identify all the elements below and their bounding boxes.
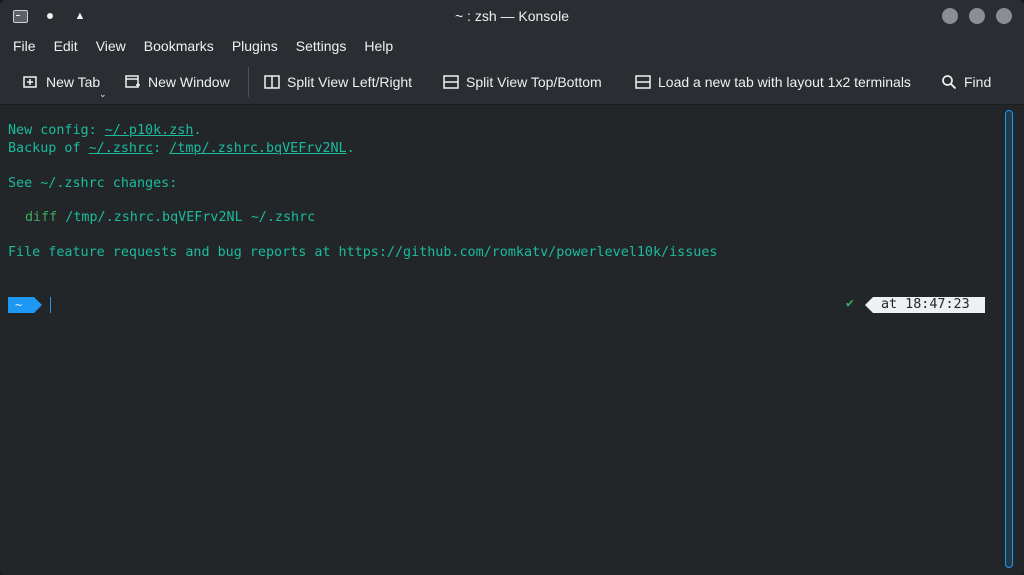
split-horizontal-icon — [442, 73, 460, 91]
terminal-line: diff /tmp/.zshrc.bqVEFrv2NL ~/.zshrc — [25, 210, 316, 225]
menu-view[interactable]: View — [87, 33, 135, 59]
menu-help[interactable]: Help — [355, 33, 402, 59]
split-left-right-button[interactable]: Split View Left/Right — [263, 59, 412, 105]
menu-plugins[interactable]: Plugins — [223, 33, 287, 59]
scrollbar-handle[interactable] — [1005, 110, 1013, 568]
menu-bar: File Edit View Bookmarks Plugins Setting… — [0, 33, 1024, 59]
new-window-button[interactable]: New Window — [124, 59, 230, 105]
pin-icon[interactable] — [42, 8, 58, 24]
scrollbar[interactable] — [1000, 106, 1024, 575]
menu-bookmarks[interactable]: Bookmarks — [135, 33, 223, 59]
terminal-line: See ~/.zshrc changes: — [8, 176, 178, 191]
load-layout-label: Load a new tab with layout 1x2 terminals — [658, 74, 911, 90]
new-tab-button[interactable]: New Tab — [22, 59, 100, 105]
prompt-time: at 18:47:23 — [873, 297, 985, 313]
prompt-arrow-icon — [34, 297, 42, 313]
prompt-directory: ~ — [8, 297, 34, 313]
new-tab-icon — [22, 73, 40, 91]
new-tab-dropdown-icon[interactable]: ⌄ — [99, 89, 107, 100]
layout-icon — [634, 73, 652, 91]
status-check-icon: ✔ — [846, 296, 854, 311]
close-icon[interactable] — [996, 8, 1012, 24]
find-label: Find — [964, 74, 992, 90]
terminal-app-icon[interactable] — [12, 8, 28, 24]
time-arrow-icon — [865, 297, 873, 313]
keep-above-icon[interactable]: ▲ — [72, 8, 88, 24]
split-top-bottom-label: Split View Top/Bottom — [466, 74, 602, 90]
title-bar[interactable]: ~ : zsh — Konsole ▲ — [0, 0, 1024, 33]
menu-settings[interactable]: Settings — [287, 33, 356, 59]
terminal-line: Backup of ~/.zshrc: /tmp/.zshrc.bqVEFrv2… — [8, 141, 355, 156]
text-cursor — [50, 297, 51, 313]
split-top-bottom-button[interactable]: Split View Top/Bottom — [442, 59, 602, 105]
toolbar-separator — [248, 67, 249, 97]
split-left-right-label: Split View Left/Right — [287, 74, 413, 90]
terminal-area[interactable]: New config: ~/.p10k.zsh. Backup of ~/.zs… — [0, 106, 1000, 575]
konsole-window: ~ : zsh — Konsole ▲ File Edit View Bookm… — [0, 0, 1024, 575]
find-button[interactable]: Find — [940, 59, 991, 105]
load-layout-button[interactable]: Load a new tab with layout 1x2 terminals — [634, 59, 911, 105]
terminal-line: New config: ~/.p10k.zsh. — [8, 123, 202, 138]
toolbar: New Tab ⌄ New Window Split View Left/Rig… — [0, 59, 1024, 105]
new-tab-label: New Tab — [46, 74, 101, 90]
maximize-icon[interactable] — [969, 8, 985, 24]
window-title: ~ : zsh — Konsole — [454, 8, 569, 24]
search-icon — [940, 73, 958, 91]
new-window-icon — [124, 73, 142, 91]
new-window-label: New Window — [148, 74, 230, 90]
split-vertical-icon — [263, 73, 281, 91]
menu-file[interactable]: File — [4, 33, 45, 59]
minimize-icon[interactable] — [942, 8, 958, 24]
terminal-line: File feature requests and bug reports at… — [8, 245, 718, 260]
menu-edit[interactable]: Edit — [45, 33, 87, 59]
